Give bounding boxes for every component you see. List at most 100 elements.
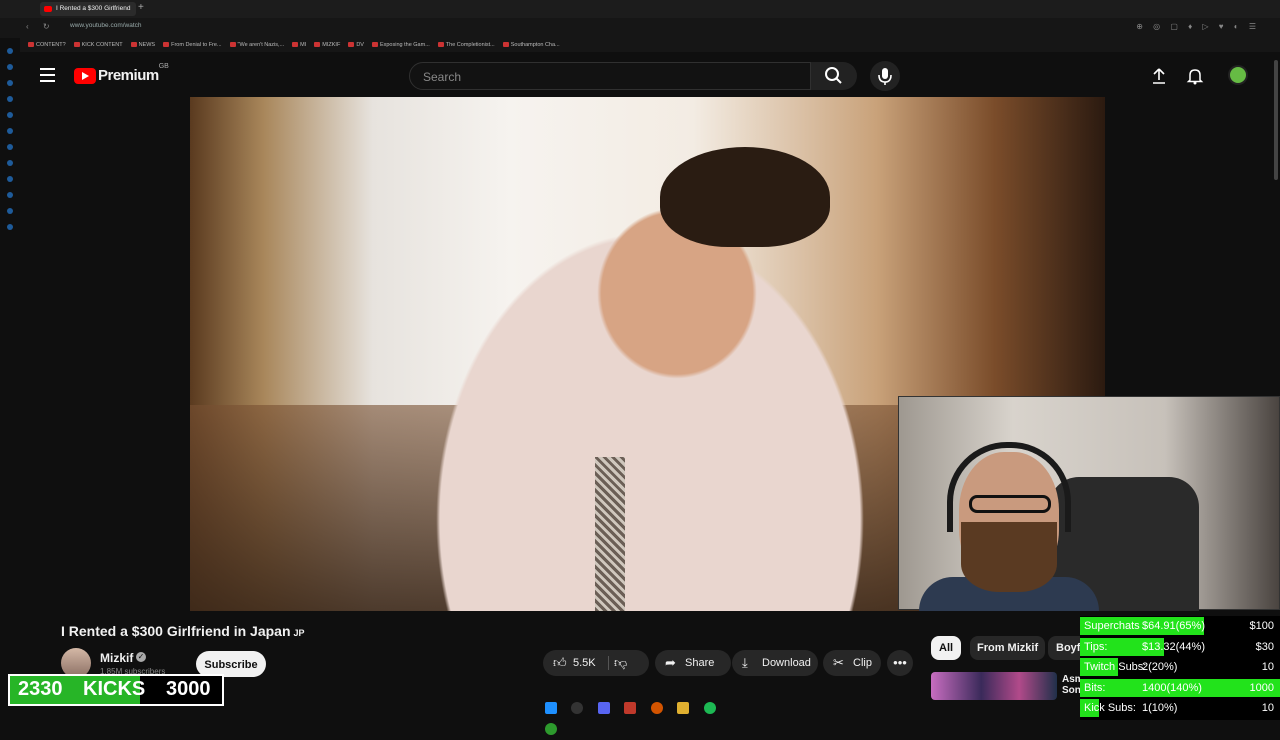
scrollbar[interactable] [1274,60,1278,180]
title-flag: JP [293,628,305,638]
bookmarks-bar: CONTENT? KICK CONTENT NEWS From Denial to F… [0,38,1280,52]
bookmark-icon [437,42,444,48]
voice-search-button[interactable] [870,61,900,91]
bookmark-8[interactable]: Exposing the Gam... [371,38,430,52]
new-tab-icon[interactable]: + [138,2,144,13]
video-title: I Rented a $300 Girlfriend in Japan JP [61,623,305,639]
bookmark-icon [163,42,170,48]
logo-text: Premium [98,67,159,85]
search-box[interactable] [409,62,811,90]
download-label: Download [762,657,811,669]
bookmark-label: MI [300,42,307,48]
bookmark-3[interactable]: From Denial to Fre... [163,38,222,52]
search-button[interactable] [811,62,857,90]
bookmark-label: Exposing the Gam... [379,42,430,48]
goal-label: Tips: [1084,640,1108,653]
share-button[interactable]: ➦ Share [655,650,731,676]
bookmark-4[interactable]: "We aren't Nazis,... [229,38,285,52]
chrome-icon[interactable] [650,702,663,714]
youtube-play-icon [74,67,96,84]
clip-label: Clip [853,657,872,669]
goal-row: Superchats $64.91(65%) $100 [1080,616,1280,636]
bookmark-7[interactable]: DV [348,38,364,52]
bookmark-icon [314,42,321,48]
bookmark-icon [229,42,236,48]
bell-icon [1186,69,1204,85]
bookmark-label: NEWS [138,42,156,48]
goal-label: Bits: [1084,681,1106,694]
bookmark-2[interactable]: NEWS [130,38,156,52]
bookmark-0[interactable]: CONTENT? [28,38,66,52]
spotify-icon[interactable] [703,702,716,714]
search-taskbar-icon[interactable] [571,702,584,714]
discord-icon[interactable] [597,702,610,714]
thumbs-down-icon[interactable]: 👎︎ [614,650,627,676]
bookmark-icon [348,42,355,48]
bookmark-icon [73,42,80,48]
browser-tab-strip [0,0,1280,18]
bookmark-1[interactable]: KICK CONTENT [73,38,123,52]
video-title-text: I Rented a $300 Girlfriend in Japan [61,623,291,639]
extension-icons[interactable]: ⊕ ◎ ▢ ♦ ▷ ♥ ◐ ☰ [1136,22,1260,31]
goal-row: Kick Subs: 1(10%) 10 [1080,698,1280,718]
folder-icon[interactable] [677,702,690,714]
browser-tab[interactable]: I Rented a $300 Girlfriend [40,2,136,16]
upload-button[interactable] [1150,67,1168,90]
goal-label: Kick Subs: [1084,702,1136,715]
goal-target: 1000 [1249,681,1274,694]
notifications-button[interactable] [1186,67,1204,90]
taskbar [540,698,740,735]
youtube-logo[interactable]: PremiumGB [74,63,169,85]
bookmark-label: DV [356,42,364,48]
goal-value: $13.32(44%) [1142,640,1205,653]
share-label: Share [685,657,715,669]
kicks-target: 3000 [166,678,211,700]
bookmark-9[interactable]: The Completionist... [437,38,495,52]
bookmark-label: Southampton Cha... [510,42,560,48]
stream-goals-panel: Superchats $64.91(65%) $100 Tips: $13.32(44%… [1080,616,1280,720]
bookmark-label: "We aren't Nazis,... [237,42,285,48]
thumbs-up-icon: 👍︎ [553,655,567,670]
goal-value: 1400(140%) [1142,681,1202,694]
menu-icon[interactable] [40,68,55,82]
clip-button[interactable]: ✂ Clip [823,650,881,676]
sidebar-rail [0,38,20,720]
goal-target: 10 [1261,702,1274,715]
share-icon: ➦ [665,655,676,670]
xbox-icon[interactable] [545,723,557,735]
more-actions-button[interactable]: ••• [887,650,913,676]
download-icon: ⤓ [742,655,748,670]
chip-all[interactable]: All [931,636,962,660]
goal-row: Bits: 1400(140%) 1000 [1080,678,1280,698]
recommended-thumbnail[interactable] [931,672,1057,700]
account-avatar[interactable] [1230,67,1246,83]
bookmark-label: The Completionist... [445,42,495,48]
goal-row: Twitch Subs: 2(20%) 10 [1080,657,1280,677]
more-icon: ••• [893,655,907,670]
bookmark-label: KICK CONTENT [81,42,123,48]
bookmark-icon [502,42,509,48]
search-input[interactable] [421,69,795,85]
like-count: 5.5K [573,657,596,669]
like-button[interactable]: 👍︎ 5.5K [543,650,649,676]
bookmark-icon [130,42,137,48]
chip-from-mizkif[interactable]: From Mizkif [970,636,1046,660]
goal-label: Superchats [1084,620,1140,632]
bookmark-10[interactable]: Southampton Cha... [502,38,560,52]
bookmark-label: From Denial to Fre... [171,42,222,48]
webcam-overlay [898,396,1280,611]
upload-icon [1153,68,1165,84]
nav-icons[interactable]: ‹ ↻ [26,22,56,31]
channel-name[interactable]: Mizkif [100,651,133,665]
bookmark-6[interactable]: MIZKIF [314,38,340,52]
opera-icon[interactable] [624,702,637,714]
region-label: GB [158,63,169,70]
goal-target: 10 [1261,661,1274,674]
download-button[interactable]: ⤓ Download [732,650,818,676]
bookmark-label: CONTENT? [36,42,66,48]
goal-label: Twitch Subs: [1084,661,1147,674]
bookmark-5[interactable]: MI [292,38,306,52]
url-field[interactable]: www.youtube.com/watch [70,22,142,29]
windows-start-icon[interactable] [545,702,557,714]
search-icon [825,67,842,84]
